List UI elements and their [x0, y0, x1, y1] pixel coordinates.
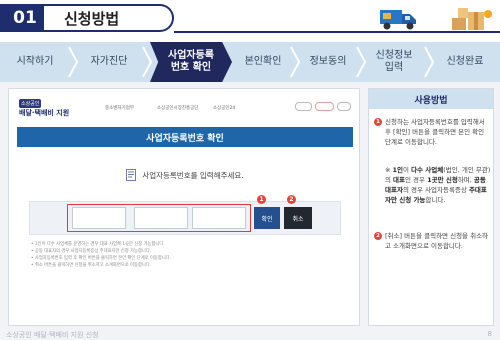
step-label: 정보동의: [309, 56, 347, 67]
instruction-row: 사업자등록번호를 입력해주세요.: [17, 155, 353, 195]
chevron-right-icon: [68, 46, 78, 78]
page-title: 신청방법: [44, 4, 174, 32]
callout-number-2: 2: [287, 195, 296, 204]
notice-item: • 사업자등록번호 입력 후 확인 버튼을 클릭하면 본인 확인 단계로 이동합…: [31, 256, 172, 261]
top-link[interactable]: [314, 102, 335, 111]
step-label: 자가진단: [90, 56, 128, 67]
guide-item-1-note: ※ 1인이 다수 사업체(법인, 개인 무관)의 대표인 경우 1곳만 신청하며…: [375, 165, 491, 205]
notice-list: • 1인이 다수 사업체를 운영하는 경우 대표 사업체 1곳만 신청 가능합니…: [31, 241, 331, 269]
notice-item: • 취소 버튼을 클릭하면 신청을 취소하고 소개화면으로 이동합니다.: [31, 263, 152, 268]
step-label: 신청정보 입력: [375, 50, 413, 73]
notice-item: • 공동 대표자의 경우 사업자등록증상 주대표자만 신청 가능합니다.: [31, 249, 152, 254]
step-complete: 신청완료: [430, 42, 500, 82]
guide-item-2: 2 [취소] 버튼을 클릭하면 신청을 취소하고 소개화면으로 이동합니다.: [374, 231, 491, 251]
chevron-right-icon: [290, 46, 300, 78]
guide-number: 2: [374, 232, 382, 240]
step-identity-check: 본인확인: [232, 42, 294, 82]
input-highlight-box: [67, 204, 251, 232]
usage-guide-panel: 사용방법 1 신청하는 사업자등록번호를 입력해서 후 [확인] 버튼을 클릭하…: [368, 88, 494, 326]
step-number-badge: 01: [0, 4, 50, 32]
guide-note: ※ 1인이 다수 사업체(법인, 개인 무관)의 대표인 경우 1곳만 신청하며…: [385, 166, 491, 204]
document-icon: [126, 169, 137, 181]
usage-guide-title: 사용방법: [369, 89, 493, 109]
logo-badge: 소상공인: [19, 99, 42, 108]
org-label: 소상공인24: [213, 106, 236, 111]
step-business-number-check: 사업자등록 번호 확인: [150, 42, 232, 82]
step-start: 시작하기: [0, 42, 70, 82]
confirm-button[interactable]: 확인: [254, 207, 280, 229]
chevron-right-icon: [424, 46, 434, 78]
business-number-form: 확인 취소: [29, 201, 341, 235]
footer-text: 소상공인 배달·택배비 지원 신청: [6, 331, 99, 339]
step-application-info: 신청정보 입력: [362, 42, 426, 82]
top-link[interactable]: [337, 102, 351, 111]
chevron-right-icon: [356, 46, 366, 78]
step-self-diagnosis: 자가진단: [74, 42, 144, 82]
step-label: 시작하기: [16, 56, 54, 67]
top-links: [295, 102, 351, 111]
guide-number: 1: [374, 118, 382, 126]
cancel-button[interactable]: 취소: [284, 207, 312, 229]
org-label: 소상공인시장진흥공단: [157, 106, 199, 111]
logo-text: 배달·택배비 지원: [19, 109, 70, 117]
step-label: 신청완료: [446, 56, 484, 67]
site-logo[interactable]: 소상공인 배달·택배비 지원: [19, 99, 109, 119]
callout-number-1: 1: [257, 195, 266, 204]
org-label: 중소벤처기업부: [105, 106, 134, 111]
site-screenshot-panel: 소상공인 배달·택배비 지원 중소벤처기업부 소상공인시장진흥공단 소상공인24…: [8, 88, 360, 326]
step-navigation: 시작하기 자가진단 사업자등록 번호 확인 본인확인 정보동의 신청정보 입력 …: [0, 42, 500, 82]
page-header: 01 신청방법: [0, 0, 500, 42]
parcel-boxes-icon: [452, 8, 492, 30]
page-number: 8: [487, 330, 492, 338]
delivery-truck-icon: [380, 10, 416, 30]
step-info-consent: 정보동의: [298, 42, 358, 82]
section-title-bar: 사업자등록번호 확인: [17, 127, 353, 147]
guide-text: [취소] 버튼을 클릭하면 신청을 취소하고 소개화면으로 이동합니다.: [385, 232, 489, 250]
chevron-right-icon: [142, 46, 152, 78]
guide-text: 신청하는 사업자등록번호를 입력해서 후 [확인] 버튼을 클릭하면 본인 확인…: [385, 118, 485, 146]
step-label: 본인확인: [244, 56, 282, 67]
guide-item-1: 1 신청하는 사업자등록번호를 입력해서 후 [확인] 버튼을 클릭하면 본인 …: [374, 117, 491, 147]
step-label: 사업자등록 번호 확인: [168, 50, 214, 73]
top-link[interactable]: [295, 102, 312, 111]
notice-item: • 1인이 다수 사업체를 운영하는 경우 대표 사업체 1곳만 신청 가능합니…: [31, 242, 165, 247]
instruction-text: 사업자등록번호를 입력해주세요.: [142, 170, 244, 180]
